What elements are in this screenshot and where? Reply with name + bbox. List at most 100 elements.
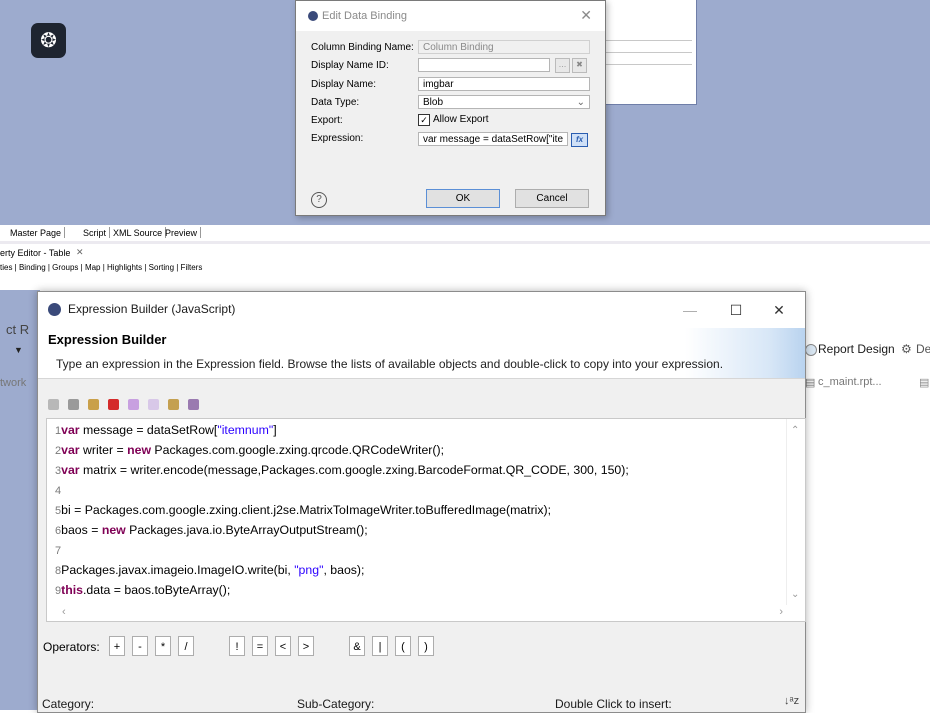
brain-app-icon[interactable]: ❂ <box>31 23 66 58</box>
operators-label: Operators: <box>43 640 100 654</box>
dialog-header: Expression Builder Type an expression in… <box>38 328 805 379</box>
ok-button[interactable]: OK <box>426 189 500 208</box>
scroll-down-icon[interactable]: ⌄ <box>791 589 799 600</box>
partial-workspace-label: twork <box>0 377 27 389</box>
code-keyword: var <box>61 443 80 457</box>
code-line: 5bi = Packages.com.google.zxing.client.j… <box>55 501 629 521</box>
code-line: 1var message = dataSetRow["itemnum"] <box>55 421 629 441</box>
window-titlebar: Expression Builder (JavaScript) — ☐ ✕ <box>38 292 805 328</box>
operator-open-paren-button[interactable]: ( <box>395 636 411 656</box>
code-line: 8Packages.javax.imageio.ImageIO.write(bi… <box>55 561 629 581</box>
copy-icon[interactable] <box>48 398 59 410</box>
operator-plus-button[interactable]: + <box>109 636 125 656</box>
tab-script[interactable]: Script <box>80 227 111 238</box>
scroll-left-icon[interactable]: ‹ <box>62 606 66 618</box>
code-text: Packages.com.google.zxing.qrcode.QRCodeW… <box>151 443 444 457</box>
code-text: bi = Packages.com.google.zxing.client.j2… <box>61 503 552 517</box>
operator-multiply-button[interactable]: * <box>155 636 171 656</box>
allow-export-checkbox[interactable]: ✓ <box>418 114 430 126</box>
clear-icon[interactable] <box>148 398 160 410</box>
dropdown-arrow-icon[interactable]: ▼ <box>14 345 23 355</box>
gear-icon[interactable]: ⚙ <box>901 342 912 356</box>
operator-not-button[interactable]: ! <box>229 636 245 656</box>
code-area[interactable]: 1var message = dataSetRow["itemnum"] 2var… <box>55 421 629 601</box>
data-type-select[interactable]: Blob ⌄ <box>418 95 590 109</box>
tab-master-page[interactable]: Master Page <box>7 227 66 238</box>
property-editor-tabs[interactable]: ties | Binding | Groups | Map | Highligh… <box>0 263 202 272</box>
code-keyword: var <box>61 463 80 477</box>
sort-az-icon[interactable]: ↓ᵃz <box>784 695 799 707</box>
maximize-button[interactable]: ☐ <box>716 297 756 323</box>
edit-data-binding-dialog: Edit Data Binding ✕ Column Binding Name:… <box>295 0 606 216</box>
dialog-description: Type an expression in the Expression fie… <box>56 357 724 371</box>
column-binding-name-field[interactable]: Column Binding <box>418 40 590 54</box>
validate-icon[interactable] <box>128 398 140 410</box>
cut-icon[interactable] <box>68 398 80 410</box>
cancel-button[interactable]: Cancel <box>515 189 589 208</box>
dialog-titlebar: Edit Data Binding ✕ <box>296 1 605 31</box>
file-icon: ▤ <box>919 377 930 389</box>
category-label: Category: <box>42 697 95 711</box>
paste-icon[interactable] <box>88 398 100 410</box>
format-icon[interactable] <box>188 398 200 410</box>
code-line: 2var writer = new Packages.com.google.zx… <box>55 441 629 461</box>
scroll-up-icon[interactable]: ⌃ <box>791 425 799 436</box>
help-icon[interactable]: ? <box>311 192 327 208</box>
eclipse-icon <box>308 11 318 21</box>
operator-greater-button[interactable]: > <box>298 636 314 656</box>
close-button[interactable]: ✕ <box>759 297 799 323</box>
display-name-field[interactable]: imgbar <box>418 77 590 91</box>
operator-or-button[interactable]: | <box>372 636 388 656</box>
delete-icon[interactable] <box>108 398 120 410</box>
scroll-right-icon[interactable]: › <box>779 606 783 618</box>
expression-builder-icon[interactable]: fx <box>571 133 588 147</box>
code-line: 3var matrix = writer.encode(message,Pack… <box>55 461 629 481</box>
tab-xml-source[interactable]: XML Source <box>110 227 167 238</box>
expression-label: Expression: <box>311 133 364 144</box>
divider <box>0 241 930 244</box>
horizontal-scrollbar[interactable]: ‹ › <box>47 605 787 621</box>
operator-minus-button[interactable]: - <box>132 636 148 656</box>
code-text: Packages.javax.imageio.ImageIO.write(bi, <box>61 563 295 577</box>
display-name-id-field[interactable] <box>418 58 550 72</box>
expression-builder-window: Expression Builder (JavaScript) — ☐ ✕ Ex… <box>37 291 806 713</box>
operator-and-button[interactable]: & <box>349 636 365 656</box>
display-name-id-label: Display Name ID: <box>311 60 389 71</box>
eclipse-icon <box>48 303 61 316</box>
allow-export-label: Allow Export <box>433 114 489 125</box>
operator-equals-button[interactable]: = <box>252 636 268 656</box>
report-design-perspective[interactable]: Report Design <box>818 342 895 356</box>
code-text: .data = baos.toByteArray(); <box>83 583 231 597</box>
code-keyword: var <box>61 423 80 437</box>
close-icon[interactable]: ✕ <box>580 7 592 24</box>
expression-field[interactable]: var message = dataSetRow["ite <box>418 132 568 146</box>
browse-icon[interactable]: … <box>555 58 570 73</box>
select-all-icon[interactable] <box>168 398 180 410</box>
code-string: "itemnum" <box>217 423 274 437</box>
code-keyword: this <box>61 583 83 597</box>
file-icon: ▤ <box>805 377 816 389</box>
operator-close-paren-button[interactable]: ) <box>418 636 434 656</box>
vertical-scrollbar[interactable]: ⌃ ⌄ <box>786 419 805 605</box>
perspective-label[interactable]: De <box>916 342 930 356</box>
minimize-button[interactable]: — <box>670 297 710 323</box>
editor-toolbar <box>48 398 203 410</box>
background-window <box>595 0 697 105</box>
export-label: Export: <box>311 115 343 126</box>
tab-preview[interactable]: Preview <box>162 227 202 238</box>
data-type-label: Data Type: <box>311 97 360 108</box>
code-text: ] <box>273 423 277 437</box>
line-number: 4 <box>55 485 62 497</box>
code-text: , baos); <box>323 563 365 577</box>
code-keyword: new <box>101 523 126 537</box>
code-line: 6baos = new Packages.java.io.ByteArrayOu… <box>55 521 629 541</box>
close-icon[interactable]: ✕ <box>76 247 84 258</box>
file-tab[interactable]: c_maint.rpt... <box>818 376 882 388</box>
clear-icon[interactable]: ✖ <box>572 58 587 73</box>
operator-divide-button[interactable]: / <box>178 636 194 656</box>
code-keyword: new <box>127 443 152 457</box>
operator-less-button[interactable]: < <box>275 636 291 656</box>
dialog-title: Edit Data Binding <box>322 10 407 22</box>
expression-editor[interactable]: 1var message = dataSetRow["itemnum"] 2var… <box>46 418 806 622</box>
column-binding-name-label: Column Binding Name: <box>311 42 414 53</box>
